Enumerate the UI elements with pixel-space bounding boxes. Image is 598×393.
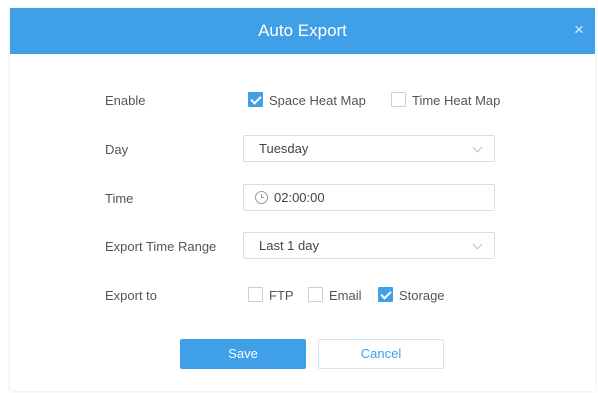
time-heat-map-label[interactable]: Time Heat Map <box>412 93 500 108</box>
time-label: Time <box>105 191 134 206</box>
ftp-checkbox[interactable] <box>248 287 263 302</box>
space-heat-map-checkbox[interactable] <box>248 92 263 107</box>
dialog-header: Auto Export × <box>10 8 595 54</box>
day-label: Day <box>105 142 129 157</box>
export-time-range-label: Export Time Range <box>105 239 217 254</box>
export-time-range-select[interactable]: Last 1 day <box>243 232 495 259</box>
email-checkbox[interactable] <box>308 287 323 302</box>
auto-export-dialog: Auto Export × Enable Space Heat Map Time… <box>10 8 595 391</box>
close-icon[interactable]: × <box>569 20 589 40</box>
storage-checkbox[interactable] <box>378 287 393 302</box>
dialog-title: Auto Export <box>258 21 347 40</box>
cancel-button[interactable]: Cancel <box>318 339 444 369</box>
time-input[interactable]: 02:00:00 <box>243 184 495 211</box>
day-select-value: Tuesday <box>259 141 309 156</box>
space-heat-map-label[interactable]: Space Heat Map <box>269 93 366 108</box>
export-time-range-value: Last 1 day <box>259 238 319 253</box>
chevron-down-icon <box>472 142 483 153</box>
time-input-value: 02:00:00 <box>274 190 325 205</box>
day-select[interactable]: Tuesday <box>243 135 495 162</box>
chevron-down-icon <box>472 239 483 250</box>
storage-label[interactable]: Storage <box>399 288 445 303</box>
email-label[interactable]: Email <box>329 288 362 303</box>
save-button[interactable]: Save <box>180 339 306 369</box>
clock-icon <box>255 191 268 204</box>
ftp-label[interactable]: FTP <box>269 288 294 303</box>
time-heat-map-checkbox[interactable] <box>391 92 406 107</box>
export-to-label: Export to <box>105 288 158 303</box>
enable-label: Enable <box>105 93 146 108</box>
